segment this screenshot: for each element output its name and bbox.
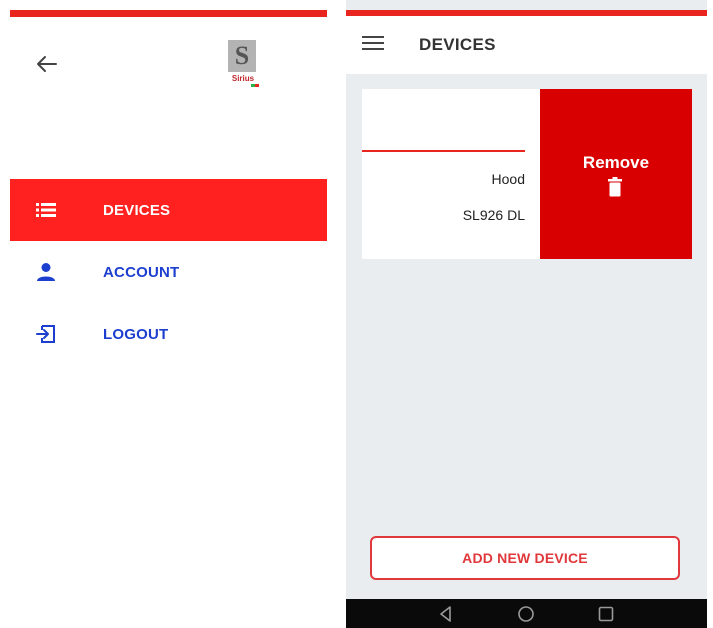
drawer-item-account[interactable]: ACCOUNT [10,241,327,303]
nav-back-icon[interactable] [436,604,456,624]
android-navigation-bar [346,599,707,628]
logout-icon [36,325,55,343]
add-new-device-button[interactable]: ADD NEW DEVICE [370,536,680,580]
device-card[interactable]: Hood SL926 DL Remove [362,89,692,259]
remove-button-label: Remove [582,153,650,172]
device-model: SL926 DL [462,207,525,223]
drawer-item-label: LOGOUT [103,325,169,343]
nav-recents-icon[interactable] [596,604,616,624]
page-title: DEVICES [419,35,496,54]
brand-logo: S Sirius [224,40,262,90]
app-bar: DEVICES [346,16,707,74]
back-arrow-icon[interactable] [30,48,62,80]
drawer-item-logout[interactable]: LOGOUT [10,303,327,365]
remove-device-button[interactable]: Remove [540,89,692,259]
devices-screen: DEVICES Hood SL926 DL Remove ADD NEW DEV… [346,0,707,628]
navigation-drawer: S Sirius DEVICES ACCOUNT LOGOUT [0,0,336,628]
person-icon [37,263,55,281]
drawer-item-label: DEVICES [103,201,171,219]
menu-icon[interactable] [362,36,384,54]
add-new-device-label: ADD NEW DEVICE [462,550,588,566]
drawer-item-label: ACCOUNT [103,263,180,281]
logo-wordmark: Sirius [231,74,255,83]
drawer-item-devices[interactable]: DEVICES [10,179,327,241]
logo-mark: S [228,40,256,72]
divider [362,150,525,152]
trash-icon [608,177,622,197]
device-name: Hood [491,171,525,187]
device-info-panel[interactable]: Hood SL926 DL [362,89,540,259]
logo-color-dots [251,84,259,87]
nav-home-icon[interactable] [516,604,536,624]
list-icon [36,203,56,217]
status-accent-bar [10,10,327,17]
